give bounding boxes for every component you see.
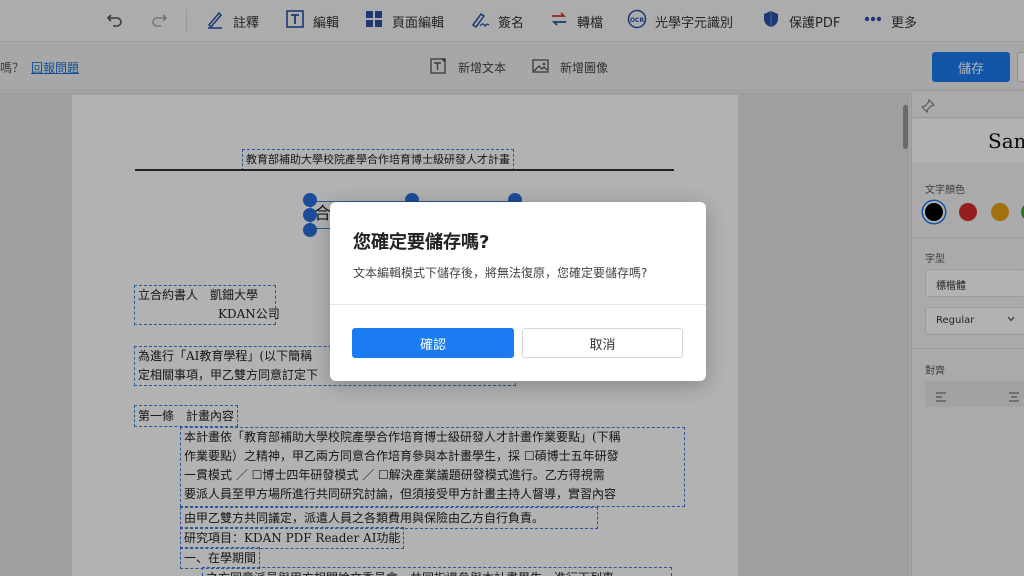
dialog-divider — [330, 304, 706, 305]
cancel-button[interactable]: 取消 — [522, 328, 683, 358]
dialog-message: 文本編輯模式下儲存後，將無法復原，您確定要儲存嗎? — [353, 266, 648, 280]
save-confirm-dialog: 您確定要儲存嗎? 文本編輯模式下儲存後，將無法復原，您確定要儲存嗎? 確認 取消 — [330, 202, 706, 381]
dialog-title: 您確定要儲存嗎? — [353, 232, 490, 253]
confirm-button[interactable]: 確認 — [352, 328, 514, 358]
